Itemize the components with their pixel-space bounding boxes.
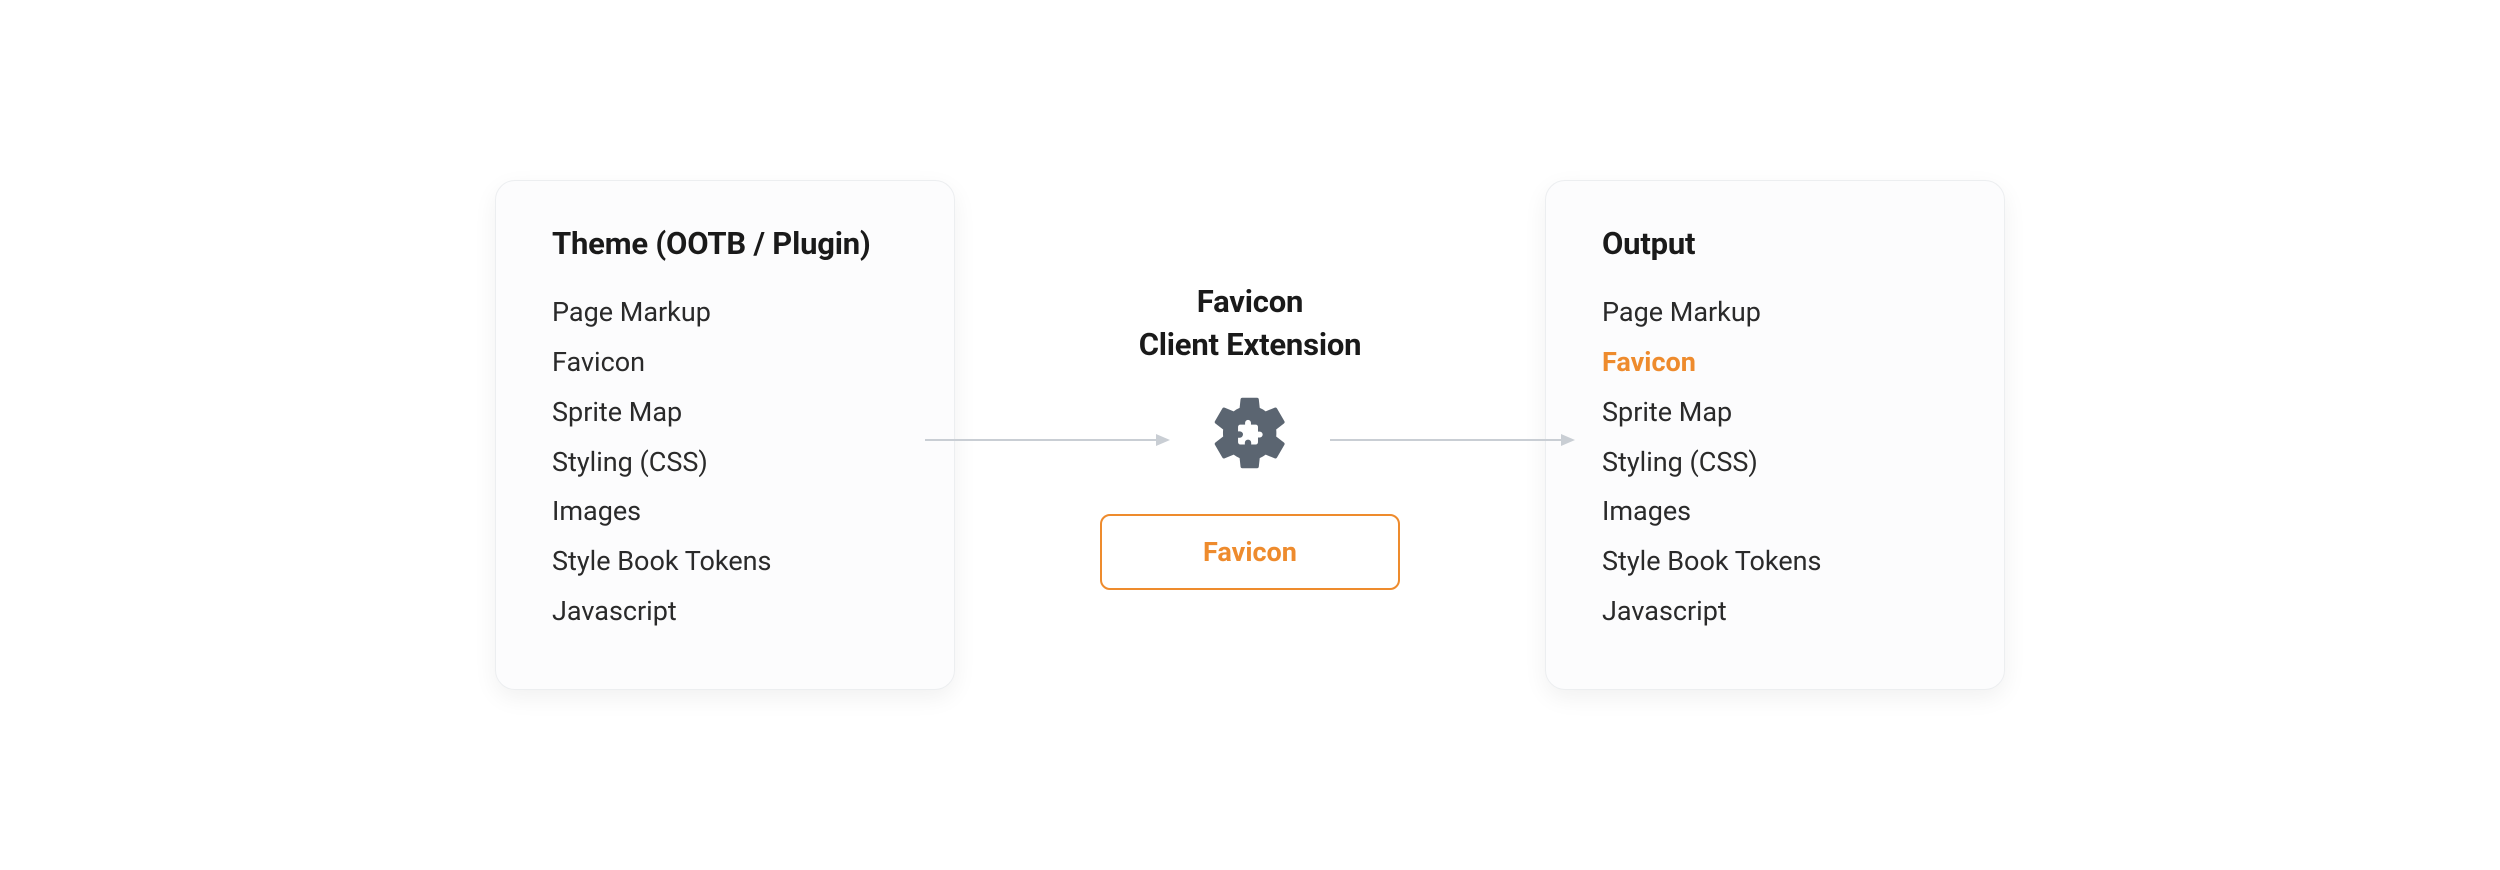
list-item: Images (1602, 487, 1948, 537)
list-item: Sprite Map (552, 388, 898, 438)
list-item: Style Book Tokens (1602, 537, 1948, 587)
theme-card-list: Page Markup Favicon Sprite Map Styling (… (552, 288, 898, 638)
list-item: Styling (CSS) (1602, 438, 1948, 488)
favicon-badge: Favicon (1100, 514, 1400, 590)
middle-title: Favicon Client Extension (1139, 280, 1362, 367)
diagram-container: Theme (OOTB / Plugin) Page Markup Favico… (495, 180, 2005, 691)
middle-title-line1: Favicon (1197, 283, 1303, 320)
list-item: Javascript (552, 587, 898, 637)
list-item-highlight: Favicon (1602, 338, 1948, 388)
list-item: Page Markup (1602, 288, 1948, 338)
arrow-left-icon (925, 433, 1170, 435)
output-card: Output Page Markup Favicon Sprite Map St… (1545, 180, 2005, 691)
list-item: Favicon (552, 338, 898, 388)
list-item: Javascript (1602, 587, 1948, 637)
gear-puzzle-icon (1206, 389, 1294, 477)
gear-row (955, 388, 1545, 478)
theme-card: Theme (OOTB / Plugin) Page Markup Favico… (495, 180, 955, 691)
output-card-list: Page Markup Favicon Sprite Map Styling (… (1602, 288, 1948, 638)
list-item: Sprite Map (1602, 388, 1948, 438)
middle-section: Favicon Client Extension (955, 280, 1545, 591)
middle-title-line2: Client Extension (1139, 326, 1362, 363)
theme-card-title: Theme (OOTB / Plugin) (552, 225, 898, 262)
output-card-title: Output (1602, 225, 1948, 262)
list-item: Styling (CSS) (552, 438, 898, 488)
list-item: Page Markup (552, 288, 898, 338)
list-item: Images (552, 487, 898, 537)
arrow-right-icon (1330, 433, 1575, 435)
list-item: Style Book Tokens (552, 537, 898, 587)
